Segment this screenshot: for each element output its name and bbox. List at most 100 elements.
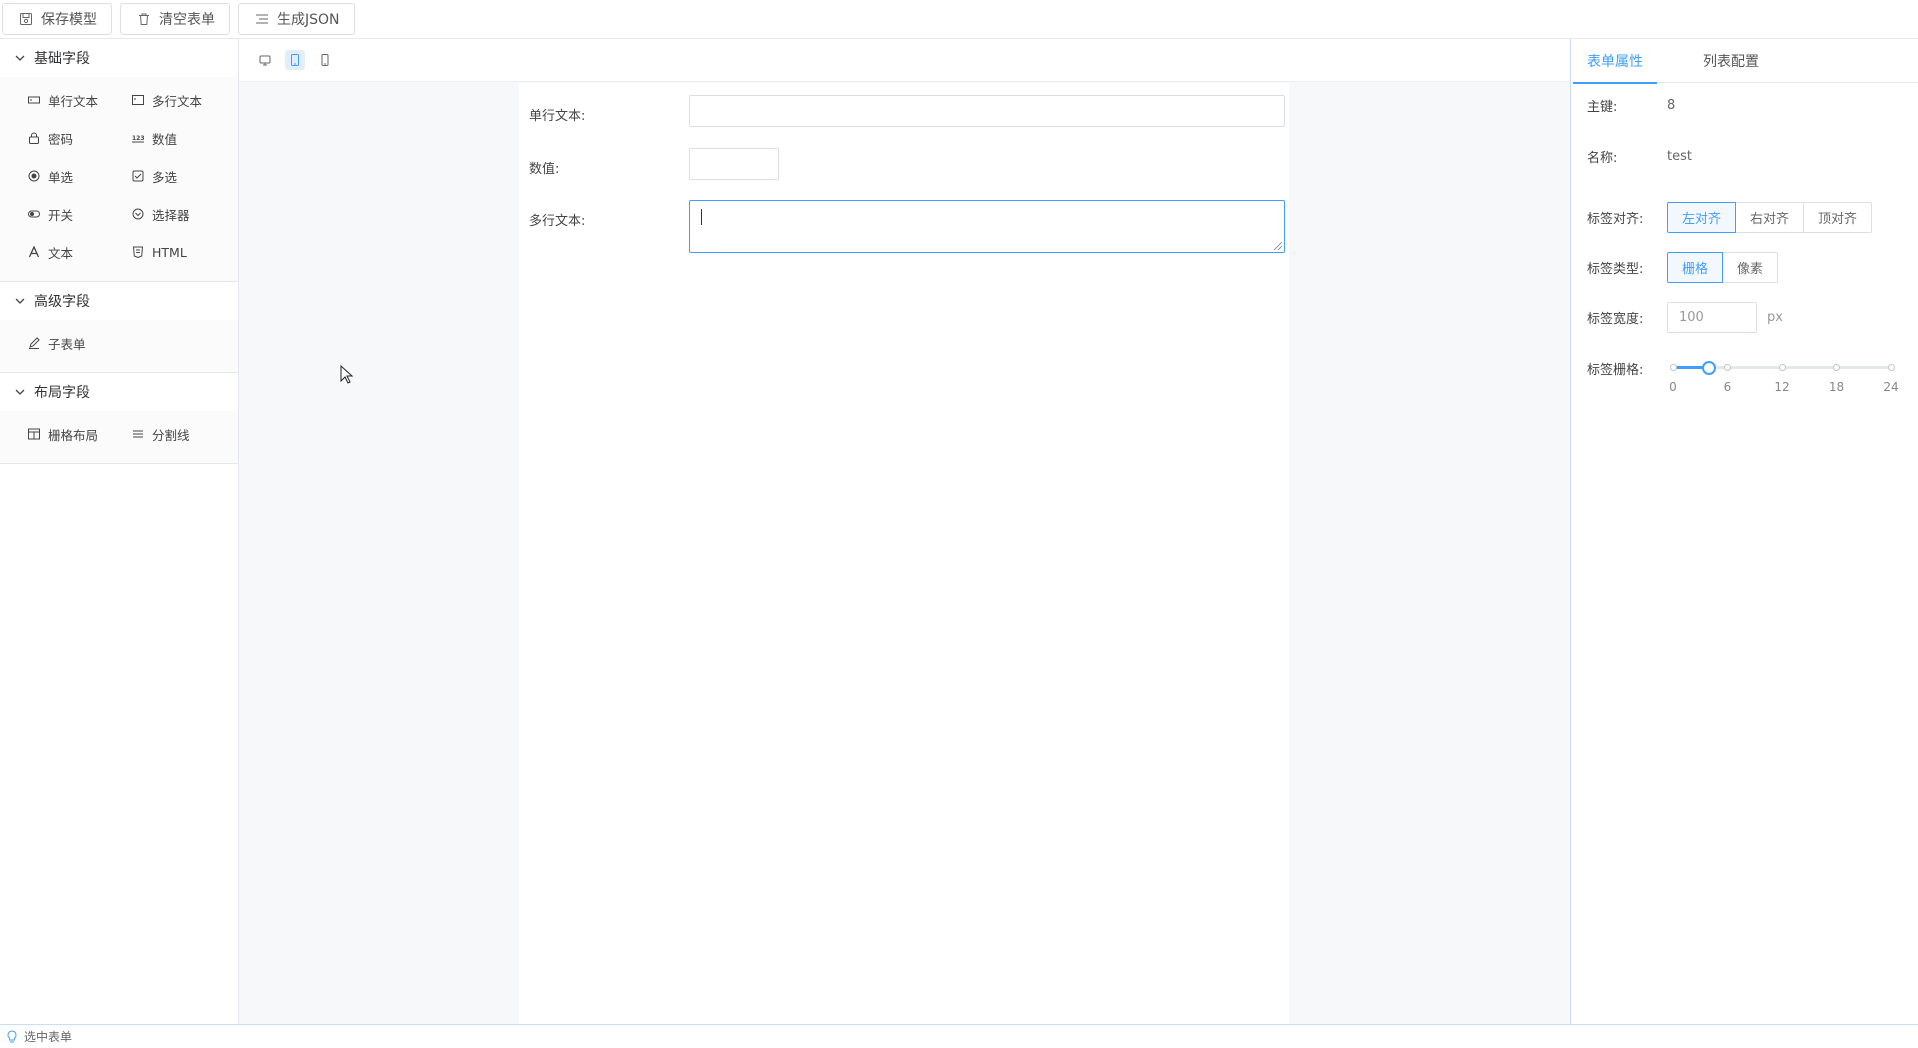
field-item-label: 栅格布局 <box>48 427 99 443</box>
field-item-label: HTML <box>152 244 187 260</box>
field-item-checkbox[interactable]: 多选 <box>124 157 228 195</box>
group-title: 高级字段 <box>34 294 90 310</box>
group-advanced-fields: 高级字段 子表单 <box>0 282 238 373</box>
device-toolbar <box>239 39 1570 82</box>
clear-form-button[interactable]: 清空表单 <box>120 3 230 35</box>
group-title: 基础字段 <box>34 51 90 67</box>
field-item-password[interactable]: 密码 <box>20 119 124 157</box>
field-item-input[interactable]: 单行文本 <box>20 81 124 119</box>
multi-line-textarea[interactable] <box>689 200 1285 253</box>
field-item-radio[interactable]: 单选 <box>20 157 124 195</box>
field-palette: 基础字段 单行文本 多行文本 密码 123 数值 单选 多选 开关 选择器 文本… <box>0 39 239 1024</box>
tablet-icon <box>291 54 299 66</box>
prop-label-grid: 标签栅格: 0 6 12 18 24 <box>1587 356 1899 396</box>
prop-name: 名称: test <box>1587 147 1692 166</box>
field-item-label: 子表单 <box>48 336 86 352</box>
chevron-down-icon <box>15 389 25 395</box>
slider-thumb[interactable] <box>1702 361 1717 375</box>
grid-icon <box>28 428 40 440</box>
field-item-label: 单选 <box>48 169 74 185</box>
form-label: 单行文本: <box>529 109 586 124</box>
text-caret <box>701 209 702 225</box>
save-model-button[interactable]: 保存模型 <box>2 3 112 35</box>
group-basic-fields: 基础字段 单行文本 多行文本 密码 123 数值 单选 多选 开关 选择器 文本… <box>0 39 238 282</box>
label-type-grid-button[interactable]: 栅格 <box>1667 252 1724 283</box>
slider-mark: 24 <box>1883 380 1899 394</box>
slider-mark: 18 <box>1828 380 1845 394</box>
save-model-label: 保存模型 <box>41 12 97 28</box>
tab-list-config[interactable]: 列表配置 <box>1703 39 1759 83</box>
trash-icon <box>139 13 149 25</box>
checkbox-icon <box>132 170 144 182</box>
form-row-textarea[interactable]: 多行文本: <box>529 200 1285 253</box>
field-item-label: 分割线 <box>152 427 190 443</box>
label-grid-slider[interactable]: 0 6 12 18 24 <box>1667 356 1899 396</box>
text-icon <box>28 246 40 258</box>
label-width-unit: px <box>1767 310 1783 325</box>
label-type-pixel-button[interactable]: 像素 <box>1722 252 1779 283</box>
group-header[interactable]: 高级字段 <box>0 282 238 320</box>
field-item-number[interactable]: 123 数值 <box>124 119 228 157</box>
prop-label: 标签类型: <box>1587 262 1644 277</box>
align-left-button[interactable]: 左对齐 <box>1667 202 1737 233</box>
field-item-label: 多行文本 <box>152 93 203 109</box>
field-item-label: 多选 <box>152 169 178 185</box>
group-title: 布局字段 <box>34 385 90 401</box>
prop-label: 名称: <box>1587 151 1618 166</box>
tab-form-properties[interactable]: 表单属性 <box>1573 39 1657 84</box>
mouse-cursor-icon <box>340 365 354 384</box>
mobile-device-button[interactable] <box>315 50 335 70</box>
slider-stop <box>1833 364 1840 371</box>
form-row-input[interactable]: 单行文本: <box>529 95 1285 127</box>
prop-label: 标签对齐: <box>1587 212 1644 227</box>
svg-text:123: 123 <box>132 135 144 142</box>
group-layout-fields: 布局字段 栅格布局 分割线 <box>0 373 238 464</box>
field-item-subform[interactable]: 子表单 <box>20 324 124 362</box>
select-icon <box>132 208 144 220</box>
field-item-grid[interactable]: 栅格布局 <box>20 415 124 453</box>
prop-label: 主键: <box>1587 100 1618 115</box>
generate-json-label: 生成JSON <box>277 12 340 28</box>
tablet-device-button[interactable] <box>285 50 305 70</box>
desktop-icon <box>259 55 271 66</box>
properties-panel: 表单属性 列表配置 主键: 8 名称: test 标签对齐: 左对齐 右对齐 顶… <box>1570 39 1918 1024</box>
html-icon <box>132 246 144 258</box>
align-top-button[interactable]: 顶对齐 <box>1803 202 1873 233</box>
field-item-label: 开关 <box>48 207 74 223</box>
primary-key-value: 8 <box>1667 98 1676 113</box>
generate-json-button[interactable]: 生成JSON <box>238 3 355 35</box>
field-item-switch[interactable]: 开关 <box>20 195 124 233</box>
status-bar: 选中表单 <box>0 1024 1918 1048</box>
form-row-number[interactable]: 数值: <box>529 148 779 180</box>
prop-primary-key: 主键: 8 <box>1587 96 1675 115</box>
panel-tabs: 表单属性 列表配置 <box>1571 39 1918 84</box>
list-icon <box>256 14 268 24</box>
mobile-icon <box>321 54 329 66</box>
field-item-select[interactable]: 选择器 <box>124 195 228 233</box>
field-item-label: 选择器 <box>152 207 190 223</box>
field-item-html[interactable]: HTML <box>124 233 228 271</box>
field-item-textarea[interactable]: 多行文本 <box>124 81 228 119</box>
align-right-button[interactable]: 右对齐 <box>1735 202 1805 233</box>
number-icon: 123 <box>132 135 144 143</box>
input-icon <box>28 96 40 104</box>
chevron-down-icon <box>15 55 25 61</box>
resize-handle[interactable] <box>1274 242 1282 250</box>
field-item-text[interactable]: 文本 <box>20 233 124 271</box>
label-width-input[interactable]: 100 <box>1667 302 1757 333</box>
slider-stop <box>1669 364 1677 371</box>
prop-label-type: 标签类型: 栅格 像素 <box>1587 252 1779 283</box>
form-canvas[interactable]: 单行文本: 数值: 多行文本: <box>519 83 1289 1024</box>
group-header[interactable]: 布局字段 <box>0 373 238 411</box>
field-item-label: 数值 <box>152 131 178 147</box>
radio-icon <box>28 170 40 182</box>
field-item-divider[interactable]: 分割线 <box>124 415 228 453</box>
toolbar: 保存模型 清空表单 生成JSON <box>0 0 1918 39</box>
slider-stop <box>1724 364 1731 371</box>
single-line-text-input[interactable] <box>689 95 1285 127</box>
group-header[interactable]: 基础字段 <box>0 39 238 77</box>
desktop-device-button[interactable] <box>255 50 275 70</box>
prop-label-width: 标签宽度: 100 px <box>1587 302 1783 333</box>
number-input[interactable] <box>689 148 779 180</box>
slider-mark: 0 <box>1669 380 1677 394</box>
